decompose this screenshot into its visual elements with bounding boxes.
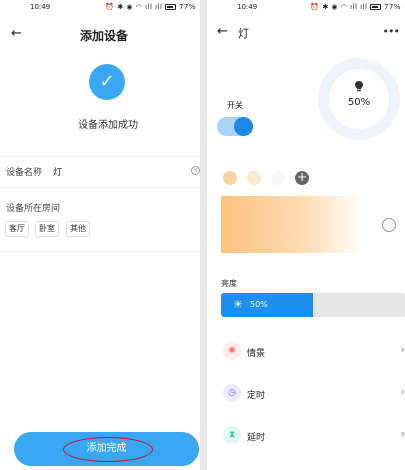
success-message: 设备添加成功 (78, 120, 138, 131)
color-temperature-handle[interactable] (382, 218, 396, 232)
status-icons: ⏰ ✱ ◉ ◠ ıll ıll 77% (105, 0, 196, 14)
scene-icon: ✺ (223, 342, 241, 360)
brightness-dial[interactable]: 50% (318, 58, 400, 140)
color-swatch[interactable] (271, 171, 285, 185)
menu-label: 情景 (247, 349, 266, 359)
status-time: 10:49 (30, 3, 51, 11)
divider (0, 187, 200, 188)
menu-row-scene[interactable]: ✺ 情景 › (221, 337, 405, 365)
more-options-icon[interactable]: ••• (383, 25, 400, 38)
lightbulb-icon (355, 81, 363, 92)
room-option-other[interactable]: 其他 (66, 221, 90, 237)
chevron-right-icon: › (400, 343, 405, 356)
status-bar: 10:49 ⏰ ✱ ◉ ◠ ıll ıll 77% (207, 0, 405, 14)
dial-percent: 50% (347, 97, 371, 108)
device-title: 灯 (238, 27, 249, 40)
color-temperature-slider[interactable] (221, 196, 405, 253)
battery-icon (165, 4, 177, 10)
color-swatch[interactable] (247, 171, 261, 185)
delay-icon: ⧗ (223, 426, 241, 444)
power-label: 开关 (227, 101, 243, 110)
brightness-value: 50% (250, 300, 268, 309)
device-name-label: 设备名称 (6, 168, 43, 178)
light-control-screen: 10:49 ⏰ ✱ ◉ ◠ ıll ıll 77% ← 灯 ••• 开关 50%… (207, 0, 405, 470)
battery-level: 77% (178, 3, 196, 11)
add-device-screen: 10:49 ⏰ ✱ ◉ ◠ ıll ıll 77% ← 添加设备 ✓ 设备添加成… (0, 0, 200, 470)
chevron-right-icon: › (400, 427, 405, 440)
chevron-right-icon: › (400, 385, 405, 398)
power-toggle[interactable] (217, 117, 253, 136)
menu-row-delay[interactable]: ⧗ 延时 › (221, 421, 405, 449)
status-signal-icons: ⏰ ✱ ◉ ◠ ıll ıll (310, 3, 368, 11)
brightness-slider[interactable]: ☀ 50% (221, 293, 405, 317)
clear-icon[interactable]: × (191, 166, 200, 175)
status-signal-icons: ⏰ ✱ ◉ ◠ ıll ıll (105, 3, 163, 11)
menu-row-timer[interactable]: ◷ 定时 › (221, 379, 405, 407)
divider (0, 156, 200, 157)
timer-icon: ◷ (223, 384, 241, 402)
status-time: 10:49 (237, 3, 258, 11)
menu-label: 定时 (247, 391, 266, 401)
dial-center: 50% (329, 69, 389, 129)
status-bar: 10:49 ⏰ ✱ ◉ ◠ ıll ıll 77% (0, 0, 200, 14)
toggle-knob (234, 117, 253, 136)
menu-label: 延时 (247, 433, 266, 443)
room-label: 设备所在房间 (6, 204, 61, 214)
battery-icon (370, 4, 382, 10)
battery-level: 77% (383, 3, 401, 11)
device-name-input[interactable]: 灯 (53, 165, 62, 178)
add-color-icon[interactable]: + (295, 171, 309, 185)
room-option-living[interactable]: 客厅 (5, 221, 29, 237)
success-check-icon: ✓ (89, 64, 125, 100)
annotation-ellipse (63, 437, 153, 462)
divider (0, 251, 200, 252)
back-arrow-icon[interactable]: ← (217, 25, 228, 39)
sun-icon: ☀ (233, 298, 243, 311)
page-title: 添加设备 (80, 29, 129, 43)
back-arrow-icon[interactable]: ← (11, 27, 22, 41)
color-swatch[interactable] (223, 171, 237, 185)
room-option-bedroom[interactable]: 卧室 (35, 221, 59, 237)
brightness-label: 亮度 (221, 279, 237, 288)
status-icons: ⏰ ✱ ◉ ◠ ıll ıll 77% (310, 0, 401, 14)
